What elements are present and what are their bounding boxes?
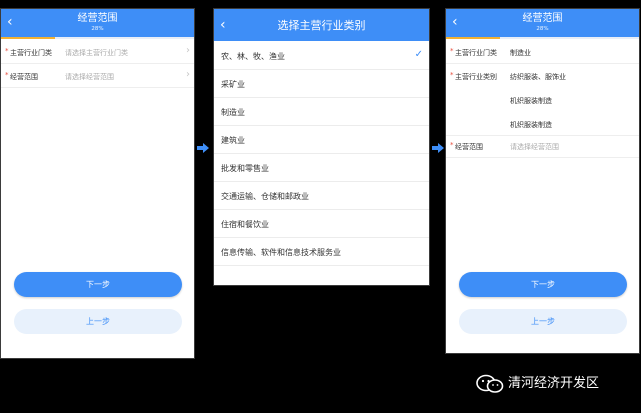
- page-title: 选择主营行业类别: [277, 19, 366, 32]
- category-label: 住宿和餐饮业: [221, 220, 269, 229]
- screen-business-scope-filled: ‹ 经营范围 28% * 主营行业门类 制造业 * 主营行业类别 纺织服装、服饰…: [445, 8, 640, 354]
- prev-step-button[interactable]: 上一步: [459, 309, 627, 334]
- industry-category-field[interactable]: * 主营行业类别 纺织服装、服饰业: [446, 65, 639, 87]
- page-title: 经营范围: [77, 13, 118, 24]
- checkmark-icon: ✓: [414, 49, 423, 60]
- progress-bar: [1, 37, 56, 39]
- required-star: *: [5, 47, 9, 55]
- category-item[interactable]: 制造业: [214, 97, 429, 126]
- business-scope-field[interactable]: * 经营范围 请选择经营范围: [446, 135, 639, 158]
- category-item[interactable]: 批发和零售业: [214, 153, 429, 182]
- field-label: 经营范围: [455, 143, 483, 151]
- chevron-right-icon: ›: [186, 45, 190, 56]
- field-value: 纺织服装、服饰业: [510, 73, 566, 81]
- field-value: 机织服装制造: [510, 121, 552, 129]
- page-title: 经营范围: [522, 13, 563, 24]
- field-label: 主营行业门类: [10, 49, 52, 57]
- business-scope-field[interactable]: * 经营范围 请选择经营范围 ›: [1, 65, 194, 88]
- next-step-button[interactable]: 下一步: [14, 272, 182, 297]
- screen-select-industry-category: ‹ 选择主营行业类别 农、林、牧、渔业 ✓ 采矿业制造业建筑业批发和零售业交通运输、…: [213, 8, 430, 286]
- field-value: 制造业: [510, 49, 531, 57]
- field-placeholder: 请选择经营范围: [65, 73, 114, 81]
- category-label: 批发和零售业: [221, 164, 269, 173]
- industry-category-item[interactable]: 机织服装制造: [446, 113, 639, 136]
- wechat-icon: [476, 374, 504, 394]
- progress-text: 28%: [536, 26, 549, 32]
- category-item[interactable]: 交通运输、仓储和邮政业: [214, 181, 429, 210]
- field-label: 经营范围: [10, 73, 38, 81]
- chevron-right-icon: ›: [186, 69, 190, 80]
- required-star: *: [450, 71, 454, 79]
- arrow-right-icon: [432, 142, 444, 154]
- category-item[interactable]: 农、林、牧、渔业 ✓: [214, 41, 429, 70]
- category-label: 建筑业: [221, 136, 245, 145]
- progress-bar: [446, 37, 501, 39]
- category-label: 采矿业: [221, 80, 245, 89]
- field-value: 机织服装制造: [510, 97, 552, 105]
- category-label: 制造业: [221, 108, 245, 117]
- category-item[interactable]: 采矿业: [214, 69, 429, 98]
- category-item[interactable]: 信息传输、软件和信息技术服务业: [214, 237, 429, 266]
- field-placeholder: 请选择主营行业门类: [65, 49, 128, 57]
- field-placeholder: 请选择经营范围: [510, 143, 559, 151]
- required-star: *: [450, 47, 454, 55]
- progress-text: 28%: [91, 26, 104, 32]
- category-item[interactable]: 住宿和餐饮业: [214, 209, 429, 238]
- category-label: 信息传输、软件和信息技术服务业: [221, 248, 341, 257]
- industry-door-field[interactable]: * 主营行业门类 请选择主营行业门类 ›: [1, 41, 194, 64]
- header-bar: ‹ 选择主营行业类别: [214, 9, 429, 41]
- required-star: *: [450, 141, 454, 149]
- industry-door-field[interactable]: * 主营行业门类 制造业: [446, 41, 639, 64]
- required-star: *: [5, 71, 9, 79]
- industry-category-item[interactable]: 机织服装制造: [446, 89, 639, 111]
- header-bar: ‹ 经营范围 28%: [1, 9, 194, 37]
- next-step-button[interactable]: 下一步: [459, 272, 627, 297]
- prev-step-button[interactable]: 上一步: [14, 309, 182, 334]
- category-label: 农、林、牧、渔业: [221, 52, 285, 61]
- category-label: 交通运输、仓储和邮政业: [221, 192, 309, 201]
- category-item[interactable]: 建筑业: [214, 125, 429, 154]
- screen-business-scope-empty: ‹ 经营范围 28% * 主营行业门类 请选择主营行业门类 › * 经营范围 请…: [0, 8, 195, 359]
- arrow-right-icon: [197, 142, 209, 154]
- watermark-text: 清河经济开发区: [508, 376, 600, 391]
- field-label: 主营行业类别: [455, 73, 497, 81]
- header-bar: ‹ 经营范围 28%: [446, 9, 639, 37]
- field-label: 主营行业门类: [455, 49, 497, 57]
